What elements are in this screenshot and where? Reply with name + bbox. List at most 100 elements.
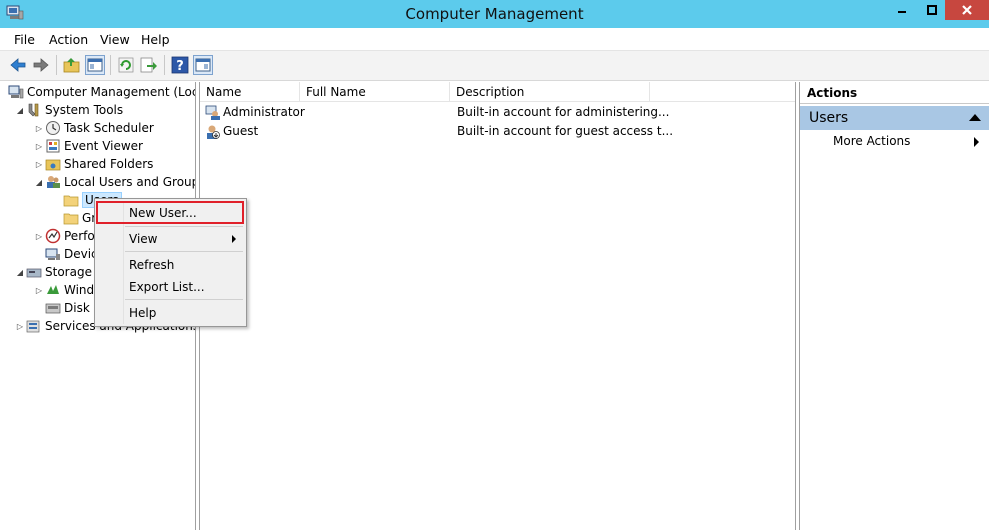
expanded-arrow-icon[interactable]: ◢ <box>33 173 45 191</box>
show-hide-action-pane-button[interactable] <box>193 55 213 75</box>
window-title: Computer Management <box>405 5 584 23</box>
menu-view[interactable]: View <box>100 32 130 47</box>
clock-icon <box>46 121 60 135</box>
menu-file[interactable]: File <box>14 32 35 47</box>
context-menu-separator <box>125 226 243 227</box>
backup-icon <box>47 285 59 294</box>
list-header: Name Full Name Description <box>200 82 795 102</box>
users-group-icon <box>47 176 60 188</box>
tree-item-label: System Tools <box>45 103 124 117</box>
tree-item-label: Computer Management (Local <box>27 85 196 99</box>
action-pane-icon <box>195 58 211 72</box>
tree-item-label: Storage <box>45 265 92 279</box>
actions-header: Actions <box>800 82 989 104</box>
services-icon <box>26 320 40 333</box>
tree-item-event-viewer[interactable]: ▷ Event Viewer <box>33 137 143 155</box>
menu-bar: File Action View Help <box>0 28 989 51</box>
minimize-icon <box>897 11 906 13</box>
back-arrow-icon <box>10 58 26 72</box>
submenu-arrow-icon <box>232 235 236 243</box>
expanded-arrow-icon[interactable]: ◢ <box>14 101 26 119</box>
close-icon <box>962 5 972 15</box>
menu-action[interactable]: Action <box>49 32 88 47</box>
actions-section-users[interactable]: Users <box>800 106 989 130</box>
context-menu-separator <box>125 251 243 252</box>
guest-user-icon <box>207 125 220 139</box>
folder-up-icon <box>63 58 80 73</box>
performance-icon <box>45 228 61 244</box>
more-actions-link[interactable]: More Actions <box>833 134 910 148</box>
user-name: Guest <box>223 124 259 138</box>
export-list-button[interactable] <box>138 55 158 75</box>
back-button[interactable] <box>8 55 28 75</box>
tree-item-label: Task Scheduler <box>64 121 154 135</box>
context-menu-export-list[interactable]: Export List... <box>95 276 246 298</box>
context-menu-separator <box>125 299 243 300</box>
tree-item-label: Event Viewer <box>64 139 143 153</box>
submenu-arrow-icon <box>974 137 979 147</box>
tree-item-storage[interactable]: ◢ Storage <box>14 263 92 281</box>
actions-pane: Actions Users More Actions <box>799 82 989 530</box>
maximize-icon <box>926 5 937 15</box>
svg-text:?: ? <box>176 59 184 74</box>
computer-management-icon <box>8 85 24 99</box>
export-list-icon <box>140 57 157 73</box>
help-icon: ? <box>171 56 189 74</box>
refresh-icon <box>118 57 134 73</box>
column-header-full-name[interactable]: Full Name <box>300 82 450 102</box>
collapsed-arrow-icon[interactable]: ▷ <box>14 317 26 335</box>
refresh-button[interactable] <box>116 55 136 75</box>
close-button[interactable] <box>945 0 989 20</box>
toolbar-separator <box>56 55 57 75</box>
forward-arrow-icon <box>33 58 49 72</box>
context-menu-view[interactable]: View <box>95 228 246 250</box>
tree-item-computer-management[interactable]: Computer Management (Local <box>8 83 196 101</box>
tree-item-shared-folders[interactable]: ▷ Shared Folders <box>33 155 153 173</box>
collapsed-arrow-icon[interactable]: ▷ <box>33 281 45 299</box>
tree-item-local-users-groups[interactable]: ◢ Local Users and Groups <box>33 173 196 191</box>
context-menu-view-label: View <box>129 232 158 246</box>
toolbar: ? <box>0 51 989 81</box>
maximize-button[interactable] <box>918 0 945 20</box>
collapsed-arrow-icon[interactable]: ▷ <box>33 137 45 155</box>
collapsed-arrow-icon[interactable]: ▷ <box>33 155 45 173</box>
column-header-name[interactable]: Name <box>200 82 300 102</box>
expanded-arrow-icon[interactable]: ◢ <box>14 263 26 281</box>
event-viewer-icon <box>46 139 60 153</box>
tree-item-label: Shared Folders <box>64 157 154 171</box>
tree-item-system-tools[interactable]: ◢ System Tools <box>14 101 123 119</box>
up-one-level-button[interactable] <box>62 55 82 75</box>
collapse-up-icon[interactable] <box>969 114 981 121</box>
disk-icon <box>45 303 61 314</box>
show-hide-console-tree-button[interactable] <box>85 55 105 75</box>
user-description: Built-in account for administering... <box>457 105 670 119</box>
toolbar-separator <box>110 55 111 75</box>
users-list: Name Full Name Description Administrator… <box>199 82 796 530</box>
device-manager-icon <box>45 248 60 260</box>
help-button[interactable]: ? <box>170 55 190 75</box>
shared-folder-icon <box>45 159 61 171</box>
tree-item-label: Local Users and Groups <box>64 175 196 189</box>
tree-item-task-scheduler[interactable]: ▷ Task Scheduler <box>33 119 154 137</box>
admin-user-icon <box>205 105 220 120</box>
toolbar-separator <box>164 55 165 75</box>
user-name: Administrator <box>223 105 305 119</box>
title-bar: Computer Management <box>0 0 989 28</box>
minimize-button[interactable] <box>888 0 915 20</box>
actions-section-label: Users <box>809 110 849 126</box>
forward-button[interactable] <box>31 55 51 75</box>
system-tools-icon <box>28 103 39 117</box>
list-item[interactable]: Administrator Built-in account for admin… <box>200 103 795 122</box>
context-menu-help[interactable]: Help <box>95 302 246 324</box>
new-user-highlight-box <box>96 201 244 224</box>
console-tree-icon <box>87 58 103 72</box>
context-menu-refresh[interactable]: Refresh <box>95 254 246 276</box>
collapsed-arrow-icon[interactable]: ▷ <box>33 119 45 137</box>
column-header-description[interactable]: Description <box>450 82 650 102</box>
list-item[interactable]: Guest Built-in account for guest access … <box>200 122 795 141</box>
folder-icon <box>63 213 79 225</box>
collapsed-arrow-icon[interactable]: ▷ <box>33 227 45 245</box>
folder-icon <box>63 195 79 207</box>
menu-help[interactable]: Help <box>141 32 170 47</box>
storage-icon <box>26 268 42 278</box>
